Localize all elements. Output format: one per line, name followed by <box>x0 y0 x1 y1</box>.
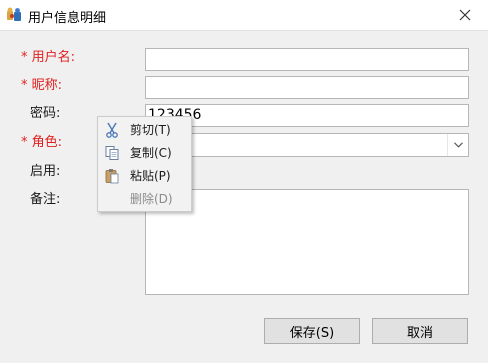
menu-item-label: 剪切(T) <box>130 123 171 137</box>
notes-label: 备注: <box>30 192 61 207</box>
menu-item-label: 复制(C) <box>130 146 172 160</box>
required-star: * <box>21 135 28 150</box>
username-input[interactable] <box>145 48 469 71</box>
dialog-window: 用户信息明细 * 用户名: * 昵称: 密码: 123456 * 角色: 启用:… <box>0 0 488 363</box>
cancel-button[interactable]: 取消 <box>372 318 468 344</box>
save-button[interactable]: 保存(S) <box>264 318 360 344</box>
title-bar[interactable]: 用户信息明细 <box>0 0 488 31</box>
context-menu: 剪切(T) 复制(C) 粘贴(P) 删除(D) <box>97 116 192 212</box>
role-select[interactable] <box>145 133 469 157</box>
scissors-icon <box>106 122 118 138</box>
menu-item-delete[interactable]: 删除(D) <box>98 188 191 210</box>
nickname-label: * 昵称: <box>21 78 62 94</box>
role-label: * 角色: <box>21 135 62 151</box>
chevron-down-icon <box>453 142 463 148</box>
menu-item-cut[interactable]: 剪切(T) <box>98 119 191 141</box>
required-star: * <box>21 78 28 93</box>
menu-item-label: 删除(D) <box>130 192 173 206</box>
window-title: 用户信息明细 <box>28 11 107 26</box>
username-label-text: 用户名: <box>31 50 76 65</box>
close-icon <box>459 9 471 21</box>
nickname-input[interactable] <box>145 76 469 99</box>
role-dropdown-button[interactable] <box>447 134 468 156</box>
dialog-body: * 用户名: * 昵称: 密码: 123456 * 角色: 启用: 备注: 保存… <box>0 31 488 363</box>
paste-icon <box>105 169 119 184</box>
menu-item-paste[interactable]: 粘贴(P) <box>98 165 191 187</box>
app-icon <box>7 7 21 21</box>
password-label: 密码: <box>30 106 61 121</box>
close-button[interactable] <box>442 0 488 30</box>
required-star: * <box>21 50 28 65</box>
enabled-label: 启用: <box>30 164 61 179</box>
menu-item-copy[interactable]: 复制(C) <box>98 142 191 164</box>
username-label: * 用户名: <box>21 50 75 66</box>
notes-textarea[interactable] <box>145 189 469 295</box>
copy-icon <box>105 146 119 160</box>
nickname-label-text: 昵称: <box>31 78 63 93</box>
password-input[interactable]: 123456 <box>145 104 469 127</box>
role-label-text: 角色: <box>31 135 63 150</box>
menu-item-label: 粘贴(P) <box>130 169 171 183</box>
